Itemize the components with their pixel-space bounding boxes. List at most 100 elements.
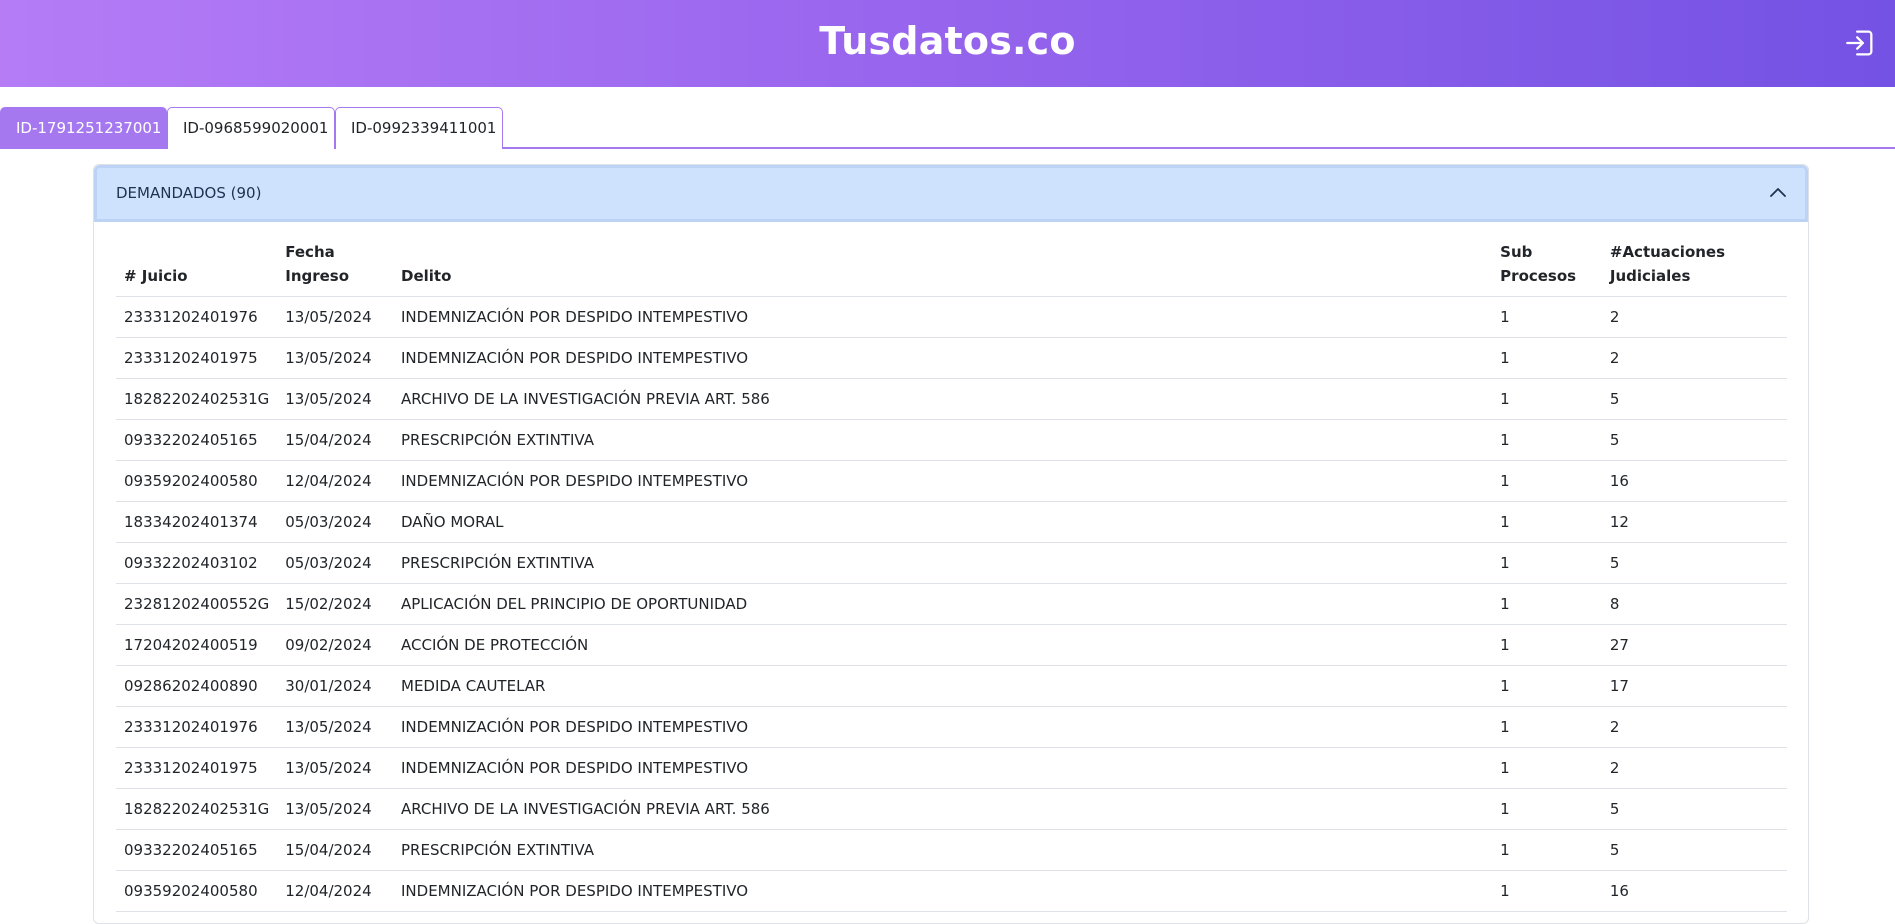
cell-sub-procesos: 1 — [1492, 747, 1602, 789]
cell-actuaciones: 2 — [1601, 337, 1787, 379]
demandados-accordion-header[interactable]: DEMANDADOS (90) — [94, 165, 1808, 222]
cell-sub-procesos: 1 — [1492, 829, 1602, 871]
table-row[interactable]: 09359202400580 12/04/2024 INDEMNIZACIÓN PO… — [116, 870, 1787, 912]
cell-fecha: 12/04/2024 — [277, 870, 393, 912]
cell-juicio: 09332202403102 — [116, 542, 278, 584]
table-row[interactable]: 23331202401975 13/05/2024 INDEMNIZACIÓN PO… — [116, 337, 1787, 379]
app-title: Tusdatos.co — [819, 19, 1076, 63]
cell-actuaciones: 5 — [1601, 788, 1787, 830]
cell-juicio: 09359202400580 — [116, 460, 278, 502]
table-row[interactable]: 23281202400552G 15/02/2024 APLICACIÓN DEL … — [116, 583, 1787, 625]
cell-fecha: 30/01/2024 — [277, 665, 393, 707]
table-row[interactable]: 09332202403102 05/03/2024 PRESCRIPCIÓN EXT… — [116, 542, 1787, 584]
table-row[interactable]: 17204202400519 09/02/2024 ACCIÓN DE PROTEC… — [116, 624, 1787, 666]
cell-delito: DAÑO MORAL — [393, 501, 1493, 543]
cell-actuaciones: 5 — [1601, 378, 1787, 420]
cell-juicio: 18282202402531G — [116, 788, 278, 830]
cell-delito: PRESCRIPCIÓN EXTINTIVA — [393, 829, 1493, 871]
cell-juicio: 23331202401975 — [116, 747, 278, 789]
cell-sub-procesos: 1 — [1492, 624, 1602, 666]
cell-sub-procesos: 1 — [1492, 296, 1602, 338]
table-row[interactable]: 09332202405165 15/04/2024 PRESCRIPCIÓN EXT… — [116, 419, 1787, 461]
column-header-fecha-ingreso: Fecha Ingreso — [277, 240, 393, 297]
cell-actuaciones: 2 — [1601, 747, 1787, 789]
cell-fecha: 13/05/2024 — [277, 706, 393, 748]
cell-sub-procesos: 1 — [1492, 788, 1602, 830]
cell-fecha: 05/03/2024 — [277, 501, 393, 543]
cell-delito: PRESCRIPCIÓN EXTINTIVA — [393, 542, 1493, 584]
cell-delito: INDEMNIZACIÓN POR DESPIDO INTEMPESTIVO — [393, 747, 1493, 789]
table-row[interactable]: 09332202405165 15/04/2024 PRESCRIPCIÓN EXT… — [116, 829, 1787, 871]
table-row[interactable]: 09359202400580 12/04/2024 INDEMNIZACIÓN PO… — [116, 460, 1787, 502]
cell-sub-procesos: 1 — [1492, 542, 1602, 584]
column-header-delito: Delito — [393, 240, 1493, 297]
cell-delito: INDEMNIZACIÓN POR DESPIDO INTEMPESTIVO — [393, 296, 1493, 338]
cell-fecha: 13/05/2024 — [277, 747, 393, 789]
tab-id-0992339411001[interactable]: ID-0992339411001 — [335, 107, 503, 149]
cell-actuaciones: 17 — [1601, 665, 1787, 707]
logout-button[interactable] — [1843, 26, 1877, 60]
cell-fecha: 15/02/2024 — [277, 583, 393, 625]
chevron-up-icon[interactable] — [1768, 183, 1788, 203]
cell-sub-procesos: 1 — [1492, 501, 1602, 543]
cell-juicio: 09286202400890 — [116, 665, 278, 707]
cell-delito: ARCHIVO DE LA INVESTIGACIÓN PREVIA ART. … — [393, 788, 1493, 830]
column-header-sub-procesos: Sub Procesos — [1492, 240, 1602, 297]
cell-actuaciones: 16 — [1601, 870, 1787, 912]
cell-delito: PRESCRIPCIÓN EXTINTIVA — [393, 419, 1493, 461]
cell-juicio: 18334202401374 — [116, 501, 278, 543]
cell-fecha: 15/04/2024 — [277, 829, 393, 871]
table-row[interactable]: 23331202401975 13/05/2024 INDEMNIZACIÓN PO… — [116, 747, 1787, 789]
cell-sub-procesos: 1 — [1492, 583, 1602, 625]
cell-actuaciones: 5 — [1601, 419, 1787, 461]
cell-juicio: 23331202401976 — [116, 706, 278, 748]
cell-sub-procesos: 1 — [1492, 665, 1602, 707]
table-row[interactable]: 18282202402531G 13/05/2024 ARCHIVO DE LA I… — [116, 378, 1787, 420]
cell-actuaciones: 2 — [1601, 296, 1787, 338]
cell-actuaciones: 5 — [1601, 829, 1787, 871]
cell-juicio: 09332202405165 — [116, 829, 278, 871]
cell-delito: ACCIÓN DE PROTECCIÓN — [393, 624, 1493, 666]
demandados-table: # Juicio Fecha Ingreso Delito Sub Proces… — [116, 240, 1787, 912]
cell-sub-procesos: 1 — [1492, 419, 1602, 461]
cell-delito: INDEMNIZACIÓN POR DESPIDO INTEMPESTIVO — [393, 337, 1493, 379]
tab-id-1791251237001[interactable]: ID-1791251237001 — [0, 107, 167, 149]
cell-actuaciones: 2 — [1601, 706, 1787, 748]
column-header-actuaciones: #Actuaciones Judiciales — [1601, 240, 1787, 297]
cell-juicio: 23331202401976 — [116, 296, 278, 338]
cell-sub-procesos: 1 — [1492, 706, 1602, 748]
cell-sub-procesos: 1 — [1492, 460, 1602, 502]
tab-id-0968599020001[interactable]: ID-0968599020001 — [167, 107, 335, 149]
cell-actuaciones: 27 — [1601, 624, 1787, 666]
cell-sub-procesos: 1 — [1492, 337, 1602, 379]
cell-juicio: 23331202401975 — [116, 337, 278, 379]
cell-actuaciones: 8 — [1601, 583, 1787, 625]
cell-fecha: 13/05/2024 — [277, 788, 393, 830]
demandados-panel: DEMANDADOS (90) # Juicio Fecha Ingreso D… — [93, 164, 1809, 924]
cell-sub-procesos: 1 — [1492, 870, 1602, 912]
accordion-title: DEMANDADOS (90) — [116, 184, 262, 202]
cell-juicio: 23281202400552G — [116, 583, 278, 625]
cell-actuaciones: 5 — [1601, 542, 1787, 584]
column-header-juicio: # Juicio — [116, 240, 278, 297]
cell-delito: ARCHIVO DE LA INVESTIGACIÓN PREVIA ART. … — [393, 378, 1493, 420]
table-row[interactable]: 18334202401374 05/03/2024 DAÑO MORAL 1 12 — [116, 501, 1787, 543]
cell-delito: INDEMNIZACIÓN POR DESPIDO INTEMPESTIVO — [393, 870, 1493, 912]
table-row[interactable]: 23331202401976 13/05/2024 INDEMNIZACIÓN PO… — [116, 706, 1787, 748]
table-header-row: # Juicio Fecha Ingreso Delito Sub Proces… — [116, 240, 1787, 297]
logout-icon — [1846, 30, 1873, 56]
cell-juicio: 09359202400580 — [116, 870, 278, 912]
cell-sub-procesos: 1 — [1492, 378, 1602, 420]
table-row[interactable]: 23331202401976 13/05/2024 INDEMNIZACIÓN PO… — [116, 296, 1787, 338]
cell-fecha: 15/04/2024 — [277, 419, 393, 461]
cell-fecha: 09/02/2024 — [277, 624, 393, 666]
table-body: 23331202401976 13/05/2024 INDEMNIZACIÓN PO… — [116, 296, 1787, 912]
cell-fecha: 13/05/2024 — [277, 296, 393, 338]
cell-fecha: 05/03/2024 — [277, 542, 393, 584]
table-row[interactable]: 09286202400890 30/01/2024 MEDIDA CAUTELAR 1… — [116, 665, 1787, 707]
table-row[interactable]: 18282202402531G 13/05/2024 ARCHIVO DE LA I… — [116, 788, 1787, 830]
cell-delito: INDEMNIZACIÓN POR DESPIDO INTEMPESTIVO — [393, 460, 1493, 502]
cell-juicio: 18282202402531G — [116, 378, 278, 420]
cell-fecha: 13/05/2024 — [277, 337, 393, 379]
id-tabs: ID-1791251237001 ID-0968599020001 ID-099… — [0, 107, 1895, 149]
